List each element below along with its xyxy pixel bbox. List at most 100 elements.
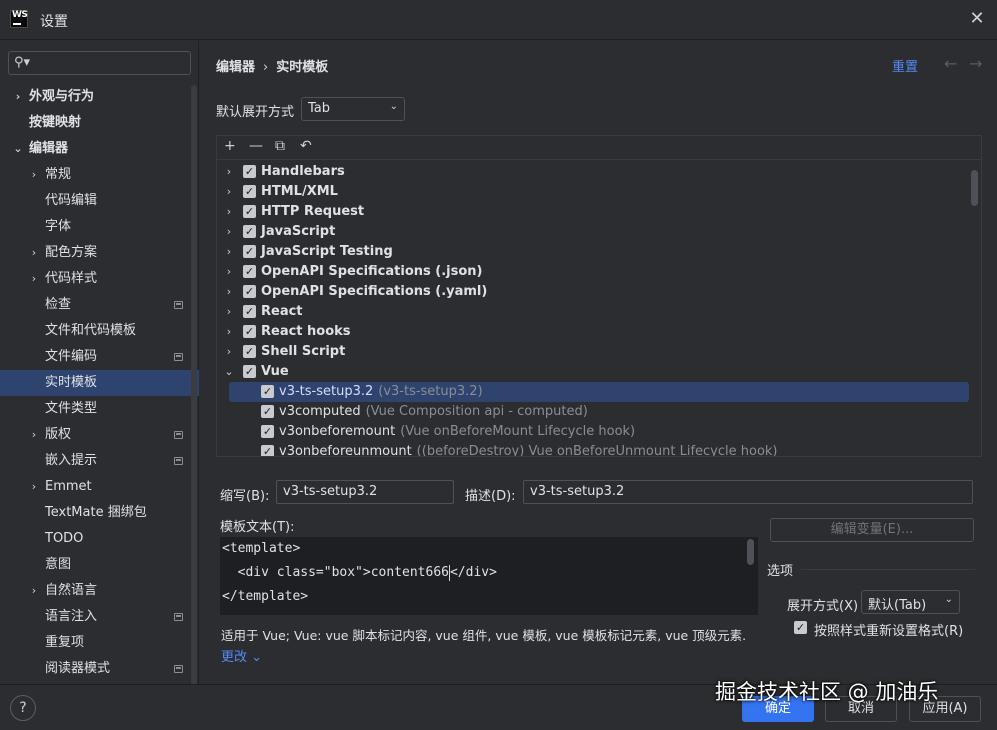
group-checkbox[interactable]: ✓ xyxy=(243,305,256,318)
chevron-right-icon[interactable]: › xyxy=(28,162,40,188)
templates-scrollbar[interactable] xyxy=(971,170,978,206)
reset-link[interactable]: 重置 xyxy=(892,56,918,75)
sidebar-item[interactable]: TODO xyxy=(0,526,199,552)
template-row[interactable]: ✓ v3onbeforemount (Vue onBeforeMount Lifec… xyxy=(217,422,969,442)
default-expand-select[interactable]: Tab ⌄ xyxy=(301,97,405,121)
chevron-right-icon[interactable]: › xyxy=(28,474,40,500)
template-group-row[interactable]: › ✓ Handlebars xyxy=(217,162,969,182)
group-checkbox[interactable]: ✓ xyxy=(243,205,256,218)
sidebar-item[interactable]: 意图 xyxy=(0,552,199,578)
close-icon[interactable]: ✕ xyxy=(967,9,987,29)
abbreviation-label: 缩写(B): xyxy=(220,489,270,504)
sidebar-item[interactable]: 文件和代码模板 xyxy=(0,318,199,344)
chevron-down-icon: ⌄ xyxy=(389,101,398,112)
options-title: 选项 xyxy=(767,564,794,579)
group-checkbox[interactable]: ✓ xyxy=(243,265,256,278)
back-arrow-icon[interactable]: ← xyxy=(944,54,957,73)
template-text-editor[interactable]: <template> <div class="box">content666</… xyxy=(220,537,758,615)
template-checkbox[interactable]: ✓ xyxy=(261,385,274,398)
chevron-right-icon[interactable]: › xyxy=(28,578,40,604)
chevron-right-icon[interactable]: › xyxy=(223,162,235,182)
template-group-row[interactable]: › ✓ OpenAPI Specifications (.yaml) xyxy=(217,282,969,302)
group-checkbox[interactable]: ✓ xyxy=(243,185,256,198)
copy-icon[interactable]: ⧉ xyxy=(275,138,285,154)
template-row[interactable]: ✓ v3-ts-setup3.2 (v3-ts-setup3.2) xyxy=(229,382,969,402)
chevron-right-icon[interactable]: › xyxy=(12,84,24,110)
template-group-row[interactable]: › ✓ React hooks xyxy=(217,322,969,342)
editor-scrollbar[interactable] xyxy=(747,539,754,565)
chevron-right-icon[interactable]: › xyxy=(223,202,235,222)
sidebar-item[interactable]: 文件编码 xyxy=(0,344,199,370)
template-group-row[interactable]: › ✓ HTML/XML xyxy=(217,182,969,202)
sidebar-item[interactable]: 字体 xyxy=(0,214,199,240)
template-checkbox[interactable]: ✓ xyxy=(261,445,274,456)
sidebar-item[interactable]: ⌄ 编辑器 xyxy=(0,136,199,162)
sidebar-item[interactable]: 嵌入提示 xyxy=(0,448,199,474)
remove-icon[interactable]: — xyxy=(249,138,263,154)
template-group-row[interactable]: › ✓ HTTP Request xyxy=(217,202,969,222)
group-checkbox[interactable]: ✓ xyxy=(243,245,256,258)
sidebar-scrollbar[interactable] xyxy=(191,85,197,685)
add-icon[interactable]: + xyxy=(224,138,236,154)
group-checkbox[interactable]: ✓ xyxy=(243,345,256,358)
description-input[interactable]: v3-ts-setup3.2 xyxy=(523,480,973,504)
template-group-row[interactable]: › ✓ JavaScript Testing xyxy=(217,242,969,262)
sidebar-item[interactable]: › 配色方案 xyxy=(0,240,199,266)
template-description: (Vue onBeforeMount Lifecycle hook) xyxy=(400,424,636,439)
revert-icon[interactable]: ↶ xyxy=(300,138,312,154)
sidebar-item[interactable]: 检查 xyxy=(0,292,199,318)
sidebar-item[interactable]: › Emmet xyxy=(0,474,199,500)
sidebar-item[interactable]: › 自然语言 xyxy=(0,578,199,604)
chevron-right-icon[interactable]: › xyxy=(223,262,235,282)
chevron-right-icon[interactable]: › xyxy=(223,182,235,202)
sidebar-item[interactable]: › 代码样式 xyxy=(0,266,199,292)
template-group-row[interactable]: › ✓ OpenAPI Specifications (.json) xyxy=(217,262,969,282)
sidebar-item[interactable]: › 外观与行为 xyxy=(0,84,199,110)
chevron-down-icon[interactable]: ⌄ xyxy=(12,136,24,162)
expand-with-select[interactable]: 默认(Tab) ⌄ xyxy=(861,590,960,614)
sidebar-item[interactable]: 代码编辑 xyxy=(0,188,199,214)
sidebar-item[interactable]: 语言注入 xyxy=(0,604,199,630)
template-group-row[interactable]: › ✓ JavaScript xyxy=(217,222,969,242)
chevron-right-icon[interactable]: › xyxy=(223,302,235,322)
change-contexts-link[interactable]: 更改 ⌄ xyxy=(221,646,262,665)
chevron-right-icon[interactable]: › xyxy=(28,240,40,266)
group-checkbox[interactable]: ✓ xyxy=(243,165,256,178)
template-group-row[interactable]: › ✓ React xyxy=(217,302,969,322)
group-checkbox[interactable]: ✓ xyxy=(243,365,256,378)
template-row[interactable]: ✓ v3computed (Vue Composition api - comput… xyxy=(217,402,969,422)
template-group-name: OpenAPI Specifications (.yaml) xyxy=(261,284,488,299)
edit-variables-button[interactable]: 编辑变量(E)... xyxy=(770,518,974,542)
sidebar-item[interactable]: TextMate 捆绑包 xyxy=(0,500,199,526)
templates-toolbar: + — ⧉ ↶ xyxy=(217,136,981,160)
sidebar-item[interactable]: 按键映射 xyxy=(0,110,199,136)
chevron-right-icon[interactable]: › xyxy=(28,422,40,448)
chevron-right-icon[interactable]: › xyxy=(223,222,235,242)
group-checkbox[interactable]: ✓ xyxy=(243,325,256,338)
template-group-row[interactable]: › ✓ Shell Script xyxy=(217,342,969,362)
chevron-right-icon[interactable]: › xyxy=(223,342,235,362)
sidebar-item[interactable]: 重复项 xyxy=(0,630,199,656)
template-checkbox[interactable]: ✓ xyxy=(261,425,274,438)
forward-arrow-icon[interactable]: → xyxy=(969,54,982,73)
help-button[interactable]: ? xyxy=(10,695,36,721)
group-checkbox[interactable]: ✓ xyxy=(243,225,256,238)
sidebar-item[interactable]: 阅读器模式 xyxy=(0,656,199,682)
abbreviation-input[interactable]: v3-ts-setup3.2 xyxy=(276,480,454,504)
templates-tree: › ✓ Handlebars › ✓ HTML/XML › ✓ HTTP Request › ✓ Ja… xyxy=(217,162,969,456)
chevron-right-icon[interactable]: › xyxy=(223,322,235,342)
template-group-row[interactable]: ⌄ ✓ Vue xyxy=(217,362,969,382)
chevron-right-icon[interactable]: › xyxy=(223,282,235,302)
chevron-right-icon[interactable]: › xyxy=(28,266,40,292)
chevron-down-icon[interactable]: ⌄ xyxy=(223,362,235,382)
template-checkbox[interactable]: ✓ xyxy=(261,405,274,418)
chevron-right-icon[interactable]: › xyxy=(223,242,235,262)
template-row[interactable]: ✓ v3onbeforeunmount ((beforeDestroy) Vue o… xyxy=(217,442,969,456)
sidebar-item[interactable]: 实时模板 xyxy=(0,370,199,396)
sidebar-item[interactable]: 文件类型 xyxy=(0,396,199,422)
settings-search-input[interactable]: ⚲▾ xyxy=(8,51,191,75)
reformat-checkbox[interactable]: ✓ xyxy=(794,621,807,634)
sidebar-item[interactable]: › 常规 xyxy=(0,162,199,188)
group-checkbox[interactable]: ✓ xyxy=(243,285,256,298)
sidebar-item[interactable]: › 版权 xyxy=(0,422,199,448)
